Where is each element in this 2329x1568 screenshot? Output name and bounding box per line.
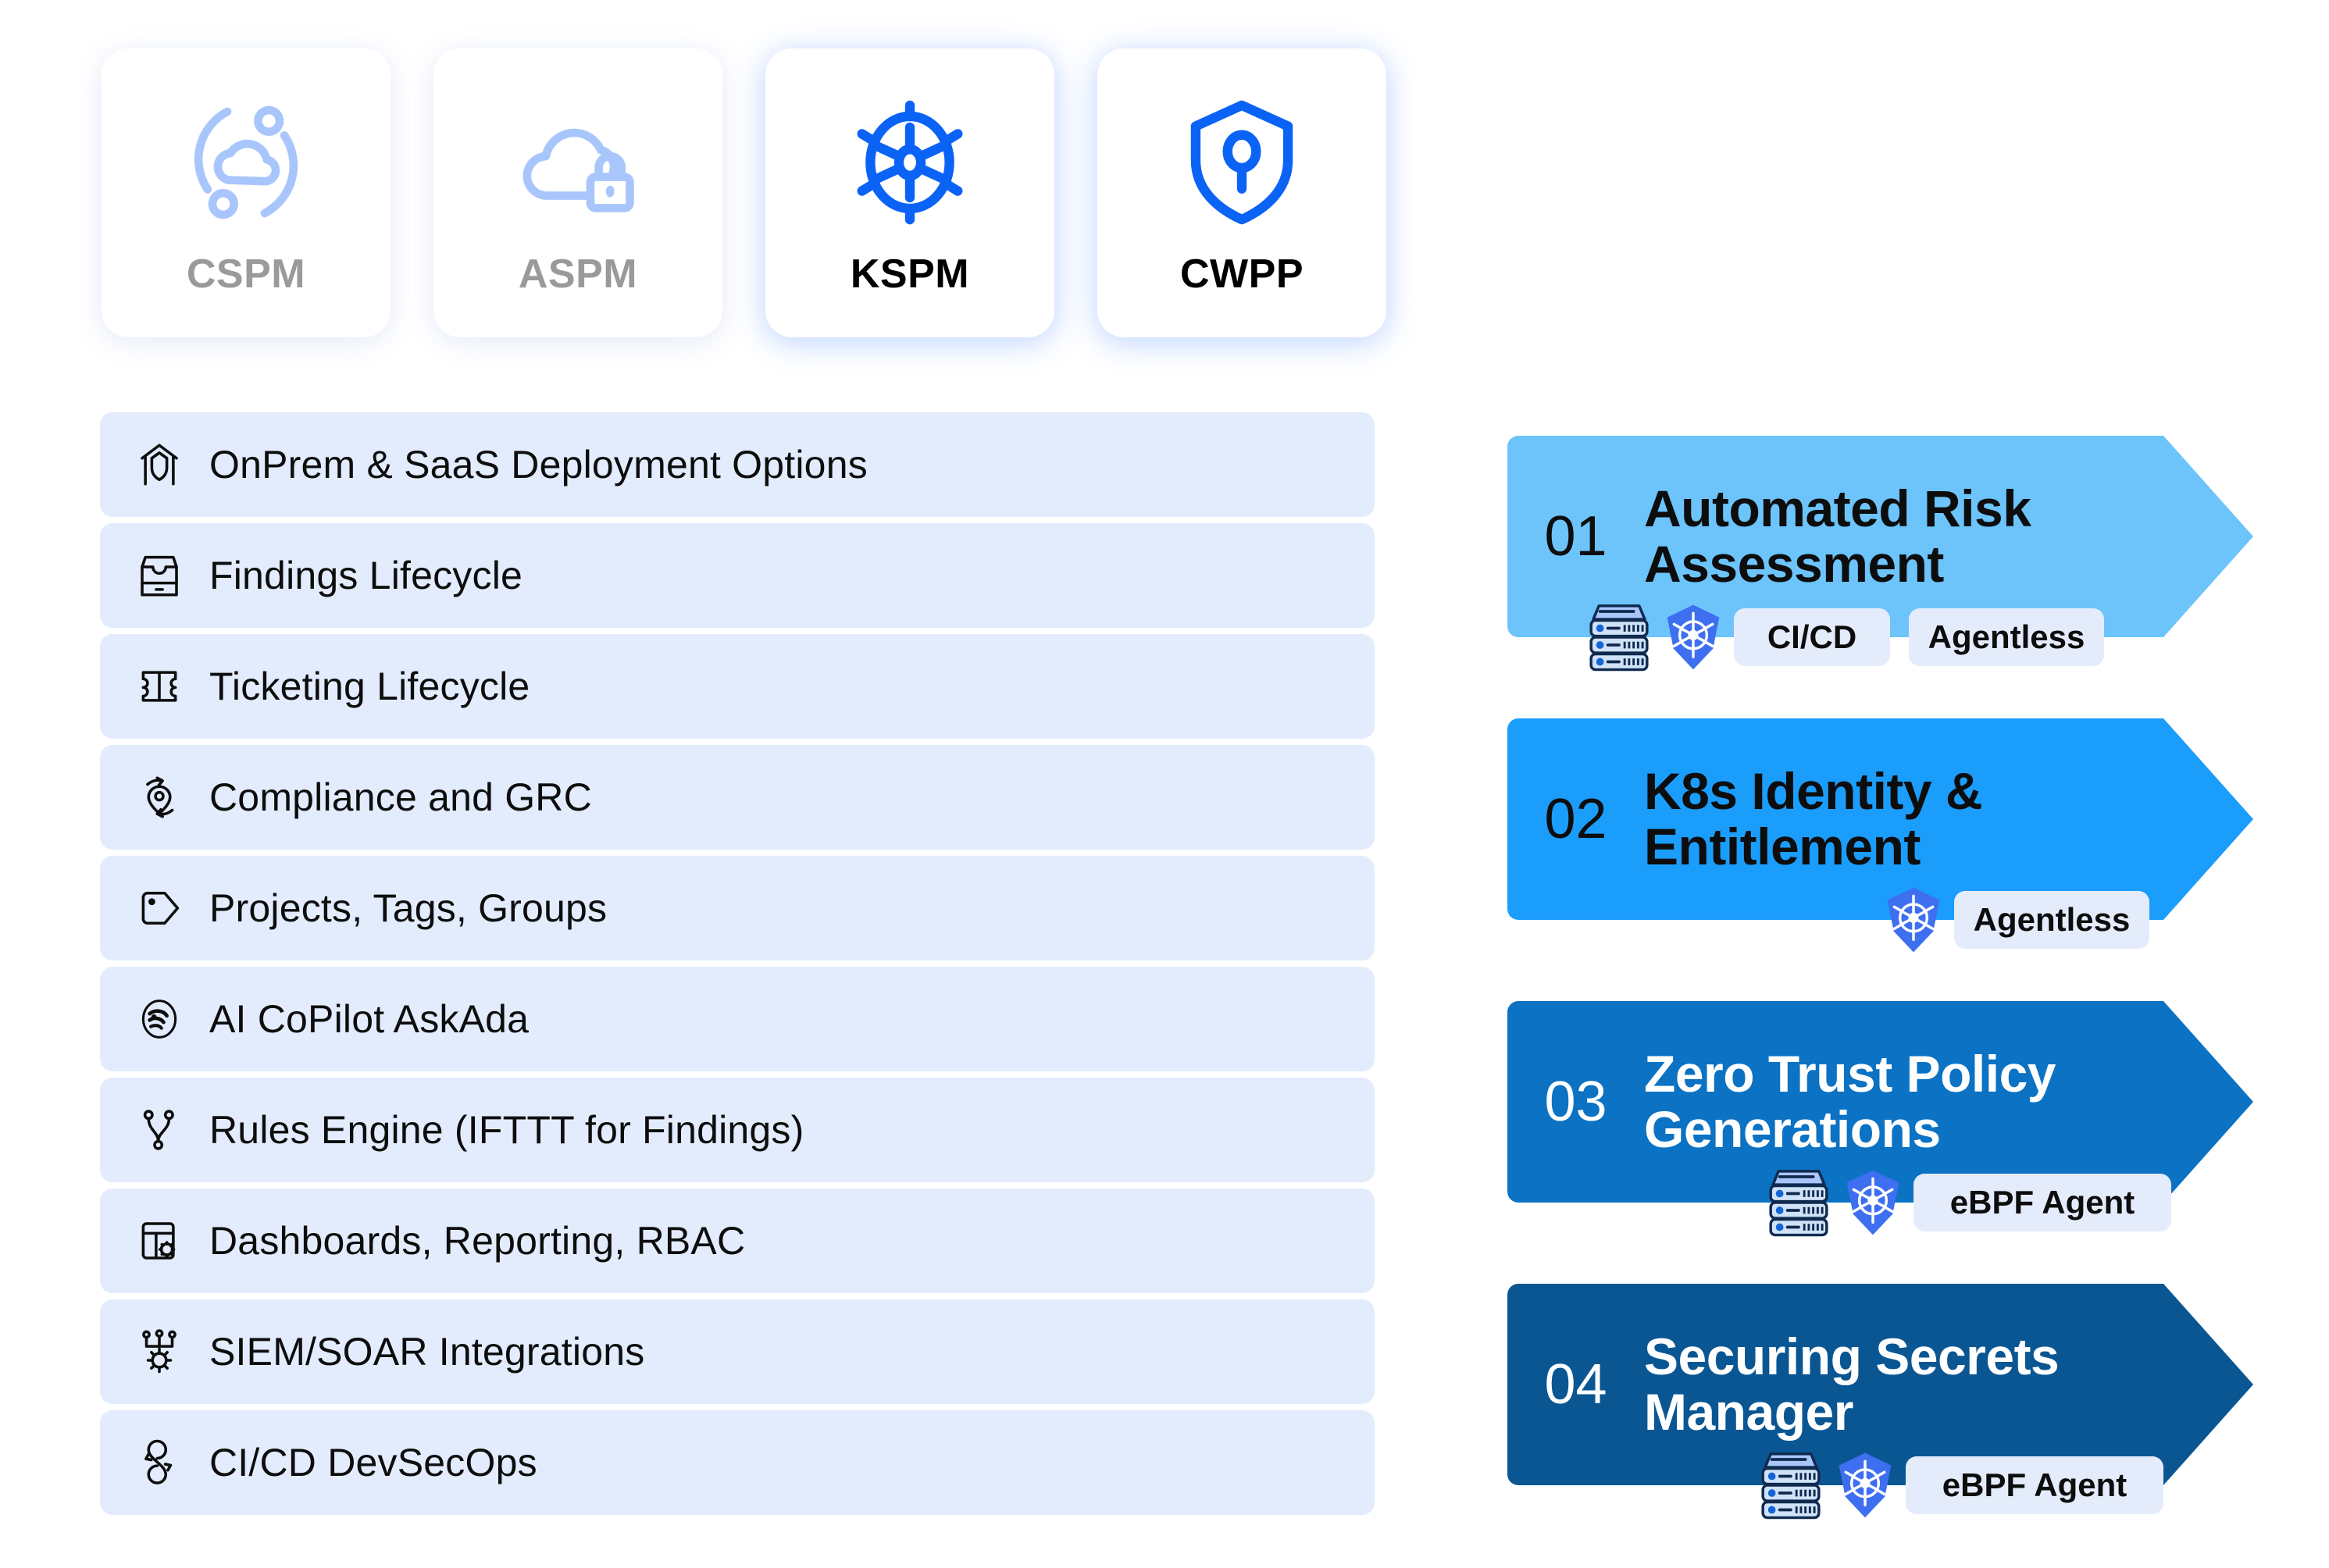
- list-item-label: AI CoPilot AskAda: [209, 997, 530, 1041]
- pipeline-step-03[interactable]: 03 Zero Trust Policy Generations eBPF Ag…: [1507, 1001, 2296, 1237]
- product-card-label: KSPM: [850, 251, 970, 297]
- list-item[interactable]: AI CoPilot AskAda: [100, 967, 1375, 1071]
- integration-gear-icon: [131, 1324, 187, 1380]
- kubernetes-icon: [1882, 886, 1945, 954]
- pipeline-step-number: 02: [1544, 788, 1607, 850]
- dashboard-gear-icon: [131, 1213, 187, 1269]
- kubernetes-icon: [1662, 603, 1724, 672]
- tag-icon: [131, 880, 187, 936]
- pipeline-step-footer: Agentless: [1507, 884, 2296, 956]
- product-card-aspm[interactable]: ASPM: [433, 48, 722, 337]
- pipeline-pill: eBPF Agent: [1913, 1174, 2171, 1231]
- product-card-cspm[interactable]: CSPM: [102, 48, 391, 337]
- cicd-loop-icon: [131, 1434, 187, 1491]
- product-card-kspm[interactable]: KSPM: [765, 48, 1054, 337]
- server-stack-icon: [1765, 1167, 1832, 1238]
- list-item-label: SIEM/SOAR Integrations: [209, 1330, 645, 1374]
- pipeline-step-footer: CI/CD Agentless: [1507, 601, 2296, 673]
- inbox-tray-icon: [131, 547, 187, 604]
- product-card-label: CSPM: [186, 251, 306, 297]
- product-card-label: CWPP: [1180, 251, 1304, 297]
- pipeline-step-footer: eBPF Agent: [1507, 1167, 2296, 1238]
- shield-key-icon: [1172, 88, 1312, 237]
- pipeline-pill: Agentless: [1909, 608, 2104, 666]
- list-item[interactable]: CI/CD DevSecOps: [100, 1410, 1375, 1515]
- list-item-label: OnPrem & SaaS Deployment Options: [209, 443, 868, 486]
- pipeline-step-number: 04: [1544, 1353, 1607, 1416]
- list-item[interactable]: Ticketing Lifecycle: [100, 634, 1375, 739]
- server-stack-icon: [1757, 1449, 1824, 1521]
- list-item[interactable]: Dashboards, Reporting, RBAC: [100, 1188, 1375, 1293]
- product-card-cwpp[interactable]: CWPP: [1097, 48, 1386, 337]
- kubernetes-icon: [1842, 1168, 1904, 1237]
- cloud-orbit-icon: [180, 88, 312, 237]
- list-item-label: Projects, Tags, Groups: [209, 886, 608, 930]
- list-item[interactable]: SIEM/SOAR Integrations: [100, 1299, 1375, 1404]
- pipeline-step-04[interactable]: 04 Securing Secrets Manager eBPF Agent: [1507, 1284, 2296, 1520]
- list-item-label: Compliance and GRC: [209, 775, 592, 819]
- list-item-label: Ticketing Lifecycle: [209, 665, 530, 708]
- list-item[interactable]: Projects, Tags, Groups: [100, 856, 1375, 960]
- pipeline-pill: eBPF Agent: [1906, 1456, 2163, 1514]
- cloud-lock-icon: [512, 88, 644, 237]
- list-item-label: Findings Lifecycle: [209, 554, 523, 597]
- compliance-refresh-icon: [131, 769, 187, 825]
- product-card-label: ASPM: [518, 251, 638, 297]
- pipeline-step-title: Zero Trust Policy Generations: [1644, 1045, 2056, 1158]
- pipeline-step-title: K8s Identity & Entitlement: [1644, 762, 1983, 875]
- pipeline-step-title: Automated Risk Assessment: [1644, 479, 2031, 593]
- server-stack-icon: [1585, 601, 1653, 673]
- pipeline-step-title: Securing Secrets Manager: [1644, 1327, 2060, 1441]
- list-item-label: Rules Engine (IFTTT for Findings): [209, 1108, 804, 1152]
- ticket-icon: [131, 658, 187, 715]
- list-item[interactable]: Compliance and GRC: [100, 745, 1375, 850]
- kubernetes-helm-icon: [840, 88, 980, 237]
- pipeline-pill: CI/CD: [1734, 608, 1890, 666]
- list-item[interactable]: OnPrem & SaaS Deployment Options: [100, 412, 1375, 517]
- list-item[interactable]: Rules Engine (IFTTT for Findings): [100, 1078, 1375, 1182]
- pipeline-steps: 01 Automated Risk Assessment CI/CD Agent…: [1507, 436, 2296, 1520]
- pipeline-step-number: 01: [1544, 505, 1607, 568]
- pipeline-step-number: 03: [1544, 1071, 1607, 1133]
- home-shield-icon: [131, 437, 187, 493]
- feature-list: OnPrem & SaaS Deployment Options Finding…: [100, 412, 1375, 1515]
- pipeline-step-02[interactable]: 02 K8s Identity & Entitlement Agentless: [1507, 718, 2296, 953]
- kubernetes-icon: [1834, 1451, 1896, 1520]
- ai-copilot-icon: [131, 991, 187, 1047]
- list-item[interactable]: Findings Lifecycle: [100, 523, 1375, 628]
- pipeline-pill: Agentless: [1954, 891, 2149, 949]
- list-item-label: Dashboards, Reporting, RBAC: [209, 1219, 746, 1263]
- branch-rules-icon: [131, 1102, 187, 1158]
- list-item-label: CI/CD DevSecOps: [209, 1441, 537, 1484]
- pipeline-step-footer: eBPF Agent: [1507, 1449, 2296, 1521]
- pipeline-step-01[interactable]: 01 Automated Risk Assessment CI/CD Agent…: [1507, 436, 2296, 672]
- product-card-row: CSPM ASPM KSPM CWPP: [102, 48, 1386, 337]
